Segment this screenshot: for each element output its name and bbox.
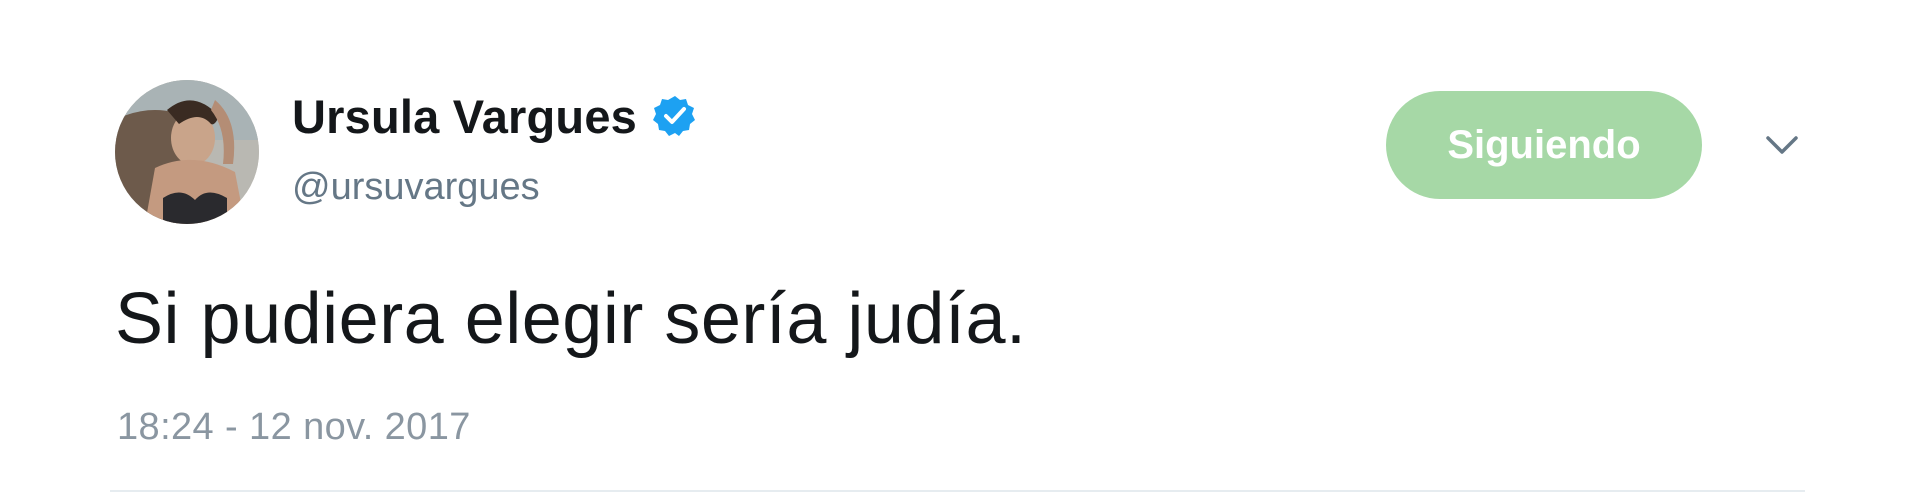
tweet-card: Ursula Vargues @ursuvargues Siguiendo Si… xyxy=(0,0,1920,498)
chevron-down-icon[interactable] xyxy=(1762,130,1802,160)
divider xyxy=(110,490,1805,492)
following-button[interactable]: Siguiendo xyxy=(1386,91,1702,199)
author-display-name[interactable]: Ursula Vargues xyxy=(292,89,637,144)
tweet-text: Si pudiera elegir sería judía. xyxy=(115,279,1027,359)
tweet-timestamp[interactable]: 18:24 - 12 nov. 2017 xyxy=(117,406,471,449)
verified-badge-icon xyxy=(653,94,697,138)
avatar-photo xyxy=(115,80,259,224)
author-name-row: Ursula Vargues xyxy=(292,86,697,146)
author-handle[interactable]: @ursuvargues xyxy=(292,166,540,209)
avatar[interactable] xyxy=(115,80,259,224)
